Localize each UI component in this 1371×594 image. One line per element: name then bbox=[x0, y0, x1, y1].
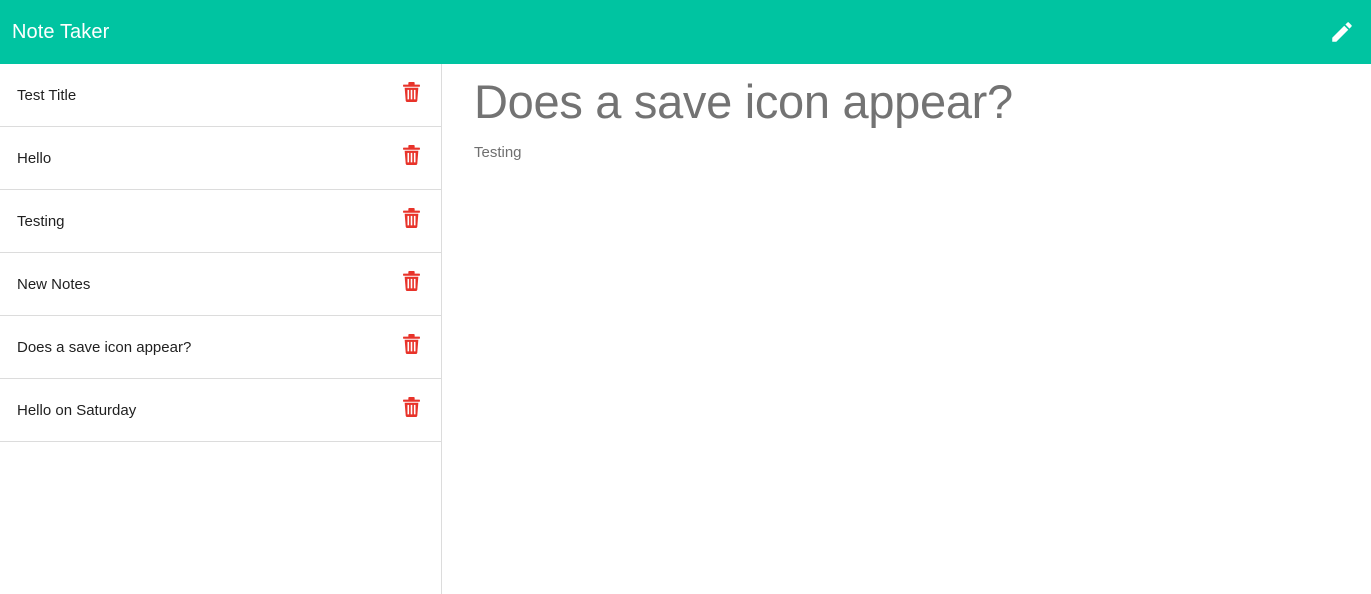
trash-icon bbox=[402, 270, 420, 291]
note-editor: Does a save icon appear? Testing bbox=[442, 64, 1371, 594]
list-item[interactable]: Hello bbox=[0, 127, 441, 190]
pencil-icon bbox=[1329, 19, 1355, 45]
delete-note-button[interactable] bbox=[400, 332, 422, 356]
navbar: Note Taker bbox=[0, 0, 1371, 64]
new-note-button[interactable] bbox=[1327, 17, 1357, 47]
note-list: Test Title Hello Testing New Notes Does … bbox=[0, 64, 441, 442]
trash-icon bbox=[402, 81, 420, 102]
delete-note-button[interactable] bbox=[400, 80, 422, 104]
note-list-sidebar: Test Title Hello Testing New Notes Does … bbox=[0, 64, 442, 594]
delete-note-button[interactable] bbox=[400, 206, 422, 230]
note-title[interactable]: Testing bbox=[17, 213, 65, 230]
app-title[interactable]: Note Taker bbox=[12, 21, 109, 44]
note-title[interactable]: Does a save icon appear? bbox=[17, 339, 191, 356]
trash-icon bbox=[402, 144, 420, 165]
note-title[interactable]: Hello bbox=[17, 150, 51, 167]
list-item[interactable]: New Notes bbox=[0, 253, 441, 316]
trash-icon bbox=[402, 207, 420, 228]
note-title[interactable]: New Notes bbox=[17, 276, 90, 293]
note-title[interactable]: Test Title bbox=[17, 87, 76, 104]
trash-icon bbox=[402, 396, 420, 417]
list-item[interactable]: Hello on Saturday bbox=[0, 379, 441, 442]
trash-icon bbox=[402, 333, 420, 354]
list-item[interactable]: Test Title bbox=[0, 64, 441, 127]
note-title-input[interactable]: Does a save icon appear? bbox=[474, 76, 1371, 128]
note-title[interactable]: Hello on Saturday bbox=[17, 402, 136, 419]
note-body-textarea[interactable]: Testing bbox=[474, 144, 1371, 161]
delete-note-button[interactable] bbox=[400, 143, 422, 167]
delete-note-button[interactable] bbox=[400, 269, 422, 293]
list-item[interactable]: Testing bbox=[0, 190, 441, 253]
list-item[interactable]: Does a save icon appear? bbox=[0, 316, 441, 379]
delete-note-button[interactable] bbox=[400, 395, 422, 419]
note-taker-app: Note Taker Test Title Hello Testing New … bbox=[0, 0, 1371, 594]
